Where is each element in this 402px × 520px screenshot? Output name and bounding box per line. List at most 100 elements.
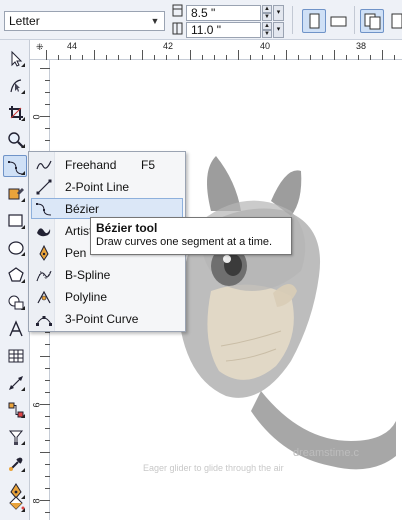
menu-item-polyline[interactable]: Polyline <box>31 286 183 307</box>
text-tool[interactable] <box>3 317 27 339</box>
zoom-tool[interactable] <box>3 128 27 150</box>
flyout-indicator-icon <box>17 414 25 418</box>
ruler-tick <box>45 140 50 141</box>
ruler-tick <box>40 452 50 453</box>
current-page-icon <box>391 13 402 29</box>
flyout-indicator-icon <box>17 252 25 256</box>
page-height-icon <box>172 22 184 39</box>
text-icon <box>9 320 23 337</box>
ruler-tick <box>346 55 347 60</box>
tooltip-title: Bézier tool <box>96 221 158 235</box>
pick-tool[interactable] <box>3 47 27 69</box>
ruler-corner-icon: ⁜ <box>36 42 44 52</box>
ruler-tick <box>178 55 179 60</box>
page-width-value: 8.5 " <box>191 6 216 20</box>
flyout-indicator-icon <box>17 225 25 229</box>
ruler-tick <box>106 55 107 60</box>
ruler-tick <box>45 80 50 81</box>
landscape-button[interactable] <box>326 9 350 33</box>
bezier-icon <box>36 203 52 216</box>
crop-tool[interactable] <box>3 101 27 123</box>
ruler-tick <box>226 55 227 60</box>
menu-item-label: Bézier <box>65 202 100 216</box>
ruler-tick <box>310 55 311 60</box>
ruler-tick <box>298 55 299 60</box>
ruler-tick <box>154 55 155 60</box>
width-units-button[interactable]: ▾ <box>273 5 284 21</box>
page-width-icon <box>172 4 184 21</box>
width-spin-up[interactable]: ▲ <box>262 5 272 13</box>
interactive-tool[interactable] <box>3 425 27 447</box>
ruler-tick <box>46 50 47 60</box>
eyedropper-tool[interactable] <box>3 452 27 474</box>
ruler-tick <box>40 116 50 117</box>
tooltip-description: Draw curves one segment at a time. <box>96 236 273 248</box>
rectangle-tool[interactable] <box>3 209 27 231</box>
table-tool[interactable] <box>3 344 27 366</box>
ruler-tick <box>45 428 50 429</box>
height-units-button[interactable]: ▾ <box>273 22 284 38</box>
ruler-tick <box>262 55 263 60</box>
ruler-label: 42 <box>163 41 174 51</box>
ruler-tick <box>45 512 50 513</box>
current-page-button[interactable] <box>386 9 402 33</box>
height-spin-up[interactable]: ▲ <box>262 22 272 30</box>
ruler-tick <box>45 488 50 489</box>
ruler-tick <box>238 50 239 60</box>
toolbar-separator <box>354 6 355 34</box>
property-bar: Letter ▼ 8.5 " ▲ ▼ ▾ 11.0 " ▲ ▼ ▾ <box>0 0 402 40</box>
artistic-media-icon <box>37 228 51 237</box>
ruler-tick <box>58 55 59 60</box>
shape-tool[interactable] <box>3 74 27 96</box>
fill-tool[interactable] <box>3 492 27 514</box>
ruler-tick <box>94 50 95 60</box>
polygon-tool[interactable] <box>3 263 27 285</box>
flyout-indicator-icon <box>17 63 25 67</box>
bezier-tooltip: Bézier tool Draw curves one segment at a… <box>90 217 292 255</box>
all-pages-button[interactable] <box>360 9 384 33</box>
menu-item-label: 3-Point Curve <box>65 312 139 326</box>
ruler-tick <box>45 464 50 465</box>
flyout-indicator-icon <box>17 306 25 310</box>
menu-item-label: B-Spline <box>65 268 111 282</box>
ruler-label: 44 <box>67 41 78 51</box>
flyout-indicator-icon <box>17 144 25 148</box>
ruler-tick <box>82 55 83 60</box>
ruler-tick <box>334 50 335 60</box>
ruler-tick <box>45 128 50 129</box>
flyout-indicator-icon <box>17 387 25 391</box>
page-size-dropdown[interactable]: Letter ▼ <box>4 11 165 31</box>
ruler-tick <box>45 392 50 393</box>
ruler-tick <box>130 55 131 60</box>
portrait-button[interactable] <box>302 9 326 33</box>
landscape-icon <box>330 16 347 27</box>
menu-item-b-spline[interactable]: B-Spline <box>31 264 183 285</box>
ruler-tick <box>142 50 143 60</box>
flyout-indicator-icon <box>17 171 25 175</box>
curve-tool[interactable] <box>3 155 27 177</box>
menu-item-2-point-line[interactable]: 2-Point Line <box>31 176 183 197</box>
basic-shapes-tool[interactable] <box>3 290 27 312</box>
watermark-brand: dreamstime.c <box>293 447 360 459</box>
connector-tool[interactable] <box>3 398 27 420</box>
menu-item-bezier[interactable]: Bézier <box>31 198 183 219</box>
horizontal-ruler[interactable]: ⁜ 44 42 40 38 <box>30 40 402 60</box>
ellipse-tool[interactable] <box>3 236 27 258</box>
ruler-tick <box>370 55 371 60</box>
menu-item-freehand[interactable]: Freehand F5 <box>31 154 183 175</box>
ruler-tick <box>250 55 251 60</box>
dimension-tool[interactable] <box>3 371 27 393</box>
smart-fill-tool[interactable] <box>3 182 27 204</box>
height-spin-down[interactable]: ▼ <box>262 30 272 38</box>
portrait-icon <box>309 13 320 29</box>
page-width-input[interactable]: 8.5 " <box>186 5 261 21</box>
ruler-tick <box>45 368 50 369</box>
width-spin-down[interactable]: ▼ <box>262 13 272 21</box>
ruler-tick <box>286 50 287 60</box>
ruler-tick <box>118 55 119 60</box>
page-height-input[interactable]: 11.0 " <box>186 22 261 38</box>
flyout-indicator-icon <box>17 90 25 94</box>
ruler-tick <box>45 344 50 345</box>
table-icon <box>8 349 24 363</box>
menu-item-3-point-curve[interactable]: 3-Point Curve <box>31 308 183 329</box>
